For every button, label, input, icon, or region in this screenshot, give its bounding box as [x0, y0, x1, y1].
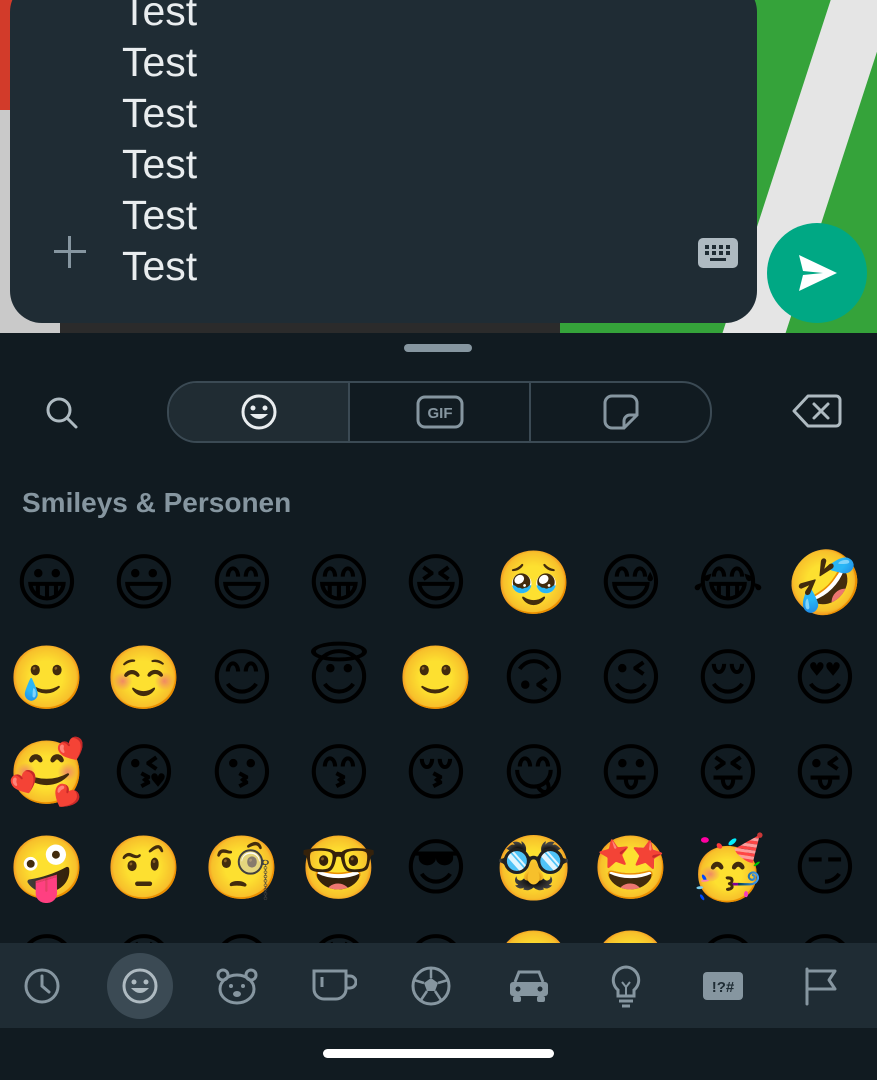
category-objects[interactable]	[593, 953, 659, 1019]
message-line: Test	[122, 39, 198, 85]
emoji-item[interactable]: 😁	[299, 543, 379, 623]
emoji-item[interactable]: 😒	[7, 923, 87, 943]
emoji-item[interactable]: 😛	[591, 733, 671, 813]
category-recent[interactable]	[9, 953, 75, 1019]
send-icon	[799, 255, 837, 291]
emoji-item[interactable]: 😍	[785, 638, 865, 718]
category-smileys[interactable]	[107, 953, 173, 1019]
sticker-icon	[603, 394, 638, 430]
panel-tabs: GIF	[167, 381, 712, 443]
emoji-item[interactable]: 😗	[202, 733, 282, 813]
plus-icon[interactable]	[54, 236, 86, 268]
emoji-item[interactable]: 😝	[688, 733, 768, 813]
emoji-item[interactable]: 😂	[688, 543, 768, 623]
category-animals[interactable]	[204, 953, 270, 1019]
drag-handle[interactable]	[404, 344, 472, 352]
emoji-item[interactable]: 😚	[396, 733, 476, 813]
message-text[interactable]: Test Test Test Test Test Test	[122, 0, 197, 292]
category-food[interactable]	[301, 953, 367, 1019]
emoji-item[interactable]: 😏	[785, 828, 865, 908]
emoji-item[interactable]: 😎	[396, 828, 476, 908]
message-line: Test	[122, 192, 198, 238]
emoji-item[interactable]: 😕	[396, 923, 476, 943]
category-bar: !?#	[0, 943, 877, 1028]
tab-emoji[interactable]	[169, 383, 350, 441]
message-input[interactable]: Test Test Test Test Test Test	[10, 0, 757, 323]
tab-gif[interactable]: GIF	[350, 383, 531, 441]
emoji-panel: GIF Smileys & Personen 😀 😃 😄 😁 😆 🥹 😅 😂 🤣 🥲 ☺️ 😊 😇 🙂 🙃 😉…	[0, 333, 877, 1080]
emoji-item[interactable]: 😃	[104, 543, 184, 623]
emoji-grid: 😀😃😄😁😆🥹😅😂🤣 🥲☺️😊😇🙂🙃😉😌😍 🥰😘😗😙😚😋😛😝😜 🤪🤨🧐🤓😎🥸🤩🥳😏 😒 😞 😔…	[0, 533, 877, 943]
emoji-item[interactable]: 🙁	[494, 923, 574, 943]
bear-icon	[216, 968, 258, 1005]
symbols-icon: !?#	[703, 972, 743, 1000]
message-line: Test	[122, 243, 198, 289]
emoji-item[interactable]: 😔	[202, 923, 282, 943]
keyboard-icon[interactable]	[698, 238, 738, 268]
search-icon[interactable]	[42, 393, 82, 433]
cup-icon	[312, 969, 357, 1001]
emoji-item[interactable]: 😀	[7, 543, 87, 623]
emoji-item[interactable]: 😇	[299, 638, 379, 718]
category-activities[interactable]	[398, 953, 464, 1019]
emoji-item[interactable]: 😉	[591, 638, 671, 718]
emoji-item[interactable]: 😟	[299, 923, 379, 943]
svg-text:!?#: !?#	[712, 979, 735, 996]
svg-text:GIF: GIF	[427, 405, 452, 422]
emoji-item[interactable]: 🥸	[494, 828, 574, 908]
emoji-item[interactable]: 🧐	[202, 828, 282, 908]
smiley-icon	[241, 394, 276, 430]
message-line: Test	[122, 90, 198, 136]
bulb-icon	[611, 965, 641, 1008]
emoji-item[interactable]: 😣	[688, 923, 768, 943]
emoji-item[interactable]: 😄	[202, 543, 282, 623]
emoji-item[interactable]: 😅	[591, 543, 671, 623]
emoji-item[interactable]: 🤨	[104, 828, 184, 908]
message-line: Test	[122, 0, 198, 34]
emoji-item[interactable]: 🤓	[299, 828, 379, 908]
category-symbols[interactable]: !?#	[690, 953, 756, 1019]
emoji-item[interactable]: 😘	[104, 733, 184, 813]
emoji-item[interactable]: 😖	[785, 923, 865, 943]
emoji-item[interactable]: 😜	[785, 733, 865, 813]
category-flags[interactable]	[788, 953, 854, 1019]
emoji-item[interactable]: 🥰	[7, 733, 87, 813]
emoji-item[interactable]: ☺️	[104, 638, 184, 718]
backspace-icon[interactable]	[792, 393, 842, 433]
emoji-item[interactable]: 😌	[688, 638, 768, 718]
emoji-item[interactable]: 😋	[494, 733, 574, 813]
ball-icon	[411, 966, 451, 1006]
emoji-item[interactable]: 🥲	[7, 638, 87, 718]
clock-icon	[24, 968, 60, 1004]
emoji-item[interactable]: 🤪	[7, 828, 87, 908]
emoji-item[interactable]: 🙃	[494, 638, 574, 718]
emoji-item[interactable]: 🤣	[785, 543, 865, 623]
car-icon	[510, 970, 548, 1002]
emoji-item[interactable]: 😙	[299, 733, 379, 813]
gif-icon: GIF	[416, 395, 463, 429]
send-button[interactable]	[767, 223, 867, 323]
emoji-item[interactable]: ☹️	[591, 923, 671, 943]
home-indicator[interactable]	[323, 1049, 554, 1058]
emoji-item[interactable]: 🥹	[494, 543, 574, 623]
emoji-item[interactable]: 🥳	[688, 828, 768, 908]
category-travel[interactable]	[496, 953, 562, 1019]
emoji-item[interactable]: 😊	[202, 638, 282, 718]
smiley-icon	[122, 968, 158, 1004]
message-line: Test	[122, 141, 198, 187]
emoji-item[interactable]: 🙂	[396, 638, 476, 718]
section-title: Smileys & Personen	[22, 487, 292, 518]
flag-icon	[805, 967, 837, 1006]
emoji-item[interactable]: 😆	[396, 543, 476, 623]
emoji-item[interactable]: 🤩	[591, 828, 671, 908]
emoji-item[interactable]: 😞	[104, 923, 184, 943]
tab-sticker[interactable]	[531, 383, 710, 441]
